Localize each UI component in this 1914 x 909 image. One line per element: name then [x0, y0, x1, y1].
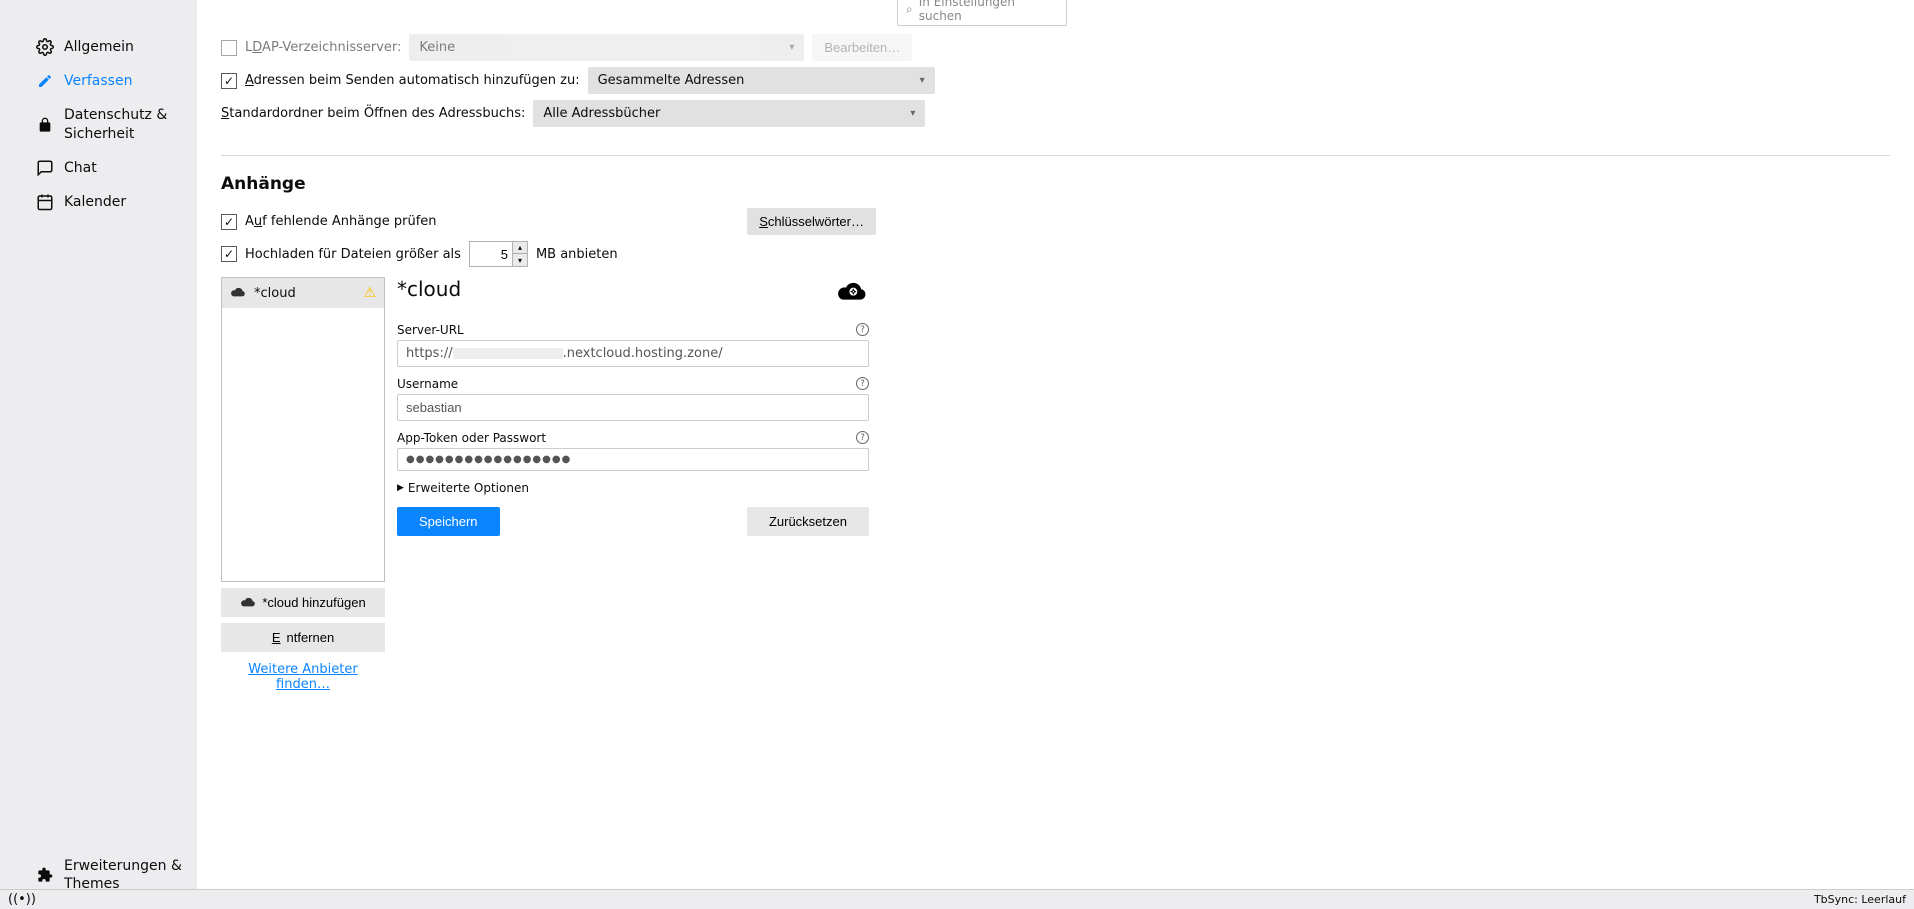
- redacted-hostname: [453, 348, 563, 359]
- provider-detail-panel: *cloud Server-URL ? https://.nextcloud.h…: [397, 277, 869, 696]
- main-content: ⌕ In Einstellungen suchen LDAP-Verzeichn…: [197, 0, 1914, 909]
- password-input[interactable]: ●●●●●●●●●●●●●●●●●: [397, 448, 869, 471]
- upload-size-input[interactable]: ▴ ▾: [469, 241, 528, 267]
- pencil-icon: [36, 72, 54, 90]
- server-url-label: Server-URL: [397, 323, 464, 337]
- check-missing-checkbox[interactable]: [221, 214, 237, 230]
- cloud-logo-icon: [835, 277, 869, 305]
- upload-label-pre: Hochladen für Dateien größer als: [245, 247, 461, 262]
- advanced-options-toggle[interactable]: ▶ Erweiterte Optionen: [397, 481, 869, 495]
- settings-sidebar: Allgemein Verfassen Datenschutz & Sicher…: [0, 0, 197, 909]
- status-bar: ((•)) TbSync: Leerlauf: [0, 889, 1914, 909]
- keywords-button[interactable]: Schlüsselwörter…: [747, 208, 876, 235]
- default-folder-select[interactable]: Alle Adressbücher▾: [533, 100, 925, 127]
- auto-add-select[interactable]: Gesammelte Adressen▾: [588, 67, 935, 94]
- section-divider: [221, 155, 1890, 156]
- provider-item-label: *cloud: [254, 286, 296, 301]
- save-button[interactable]: Speichern: [397, 507, 500, 536]
- default-folder-row: Standardordner beim Öffnen des Adressbuc…: [221, 100, 1890, 127]
- add-cloud-button[interactable]: *cloud hinzufügen: [221, 588, 385, 617]
- password-label: App-Token oder Passwort: [397, 431, 546, 445]
- server-url-input[interactable]: https://.nextcloud.hosting.zone/: [397, 340, 869, 367]
- broadcast-icon[interactable]: ((•)): [8, 892, 36, 907]
- status-right: TbSync: Leerlauf: [1814, 893, 1906, 906]
- chat-icon: [36, 159, 54, 177]
- help-icon[interactable]: ?: [856, 431, 869, 444]
- calendar-icon: [36, 193, 54, 211]
- auto-add-label: Adressen beim Senden automatisch hinzufü…: [245, 73, 580, 88]
- sidebar-item-compose[interactable]: Verfassen: [0, 64, 197, 98]
- auto-add-row: Adressen beim Senden automatisch hinzufü…: [221, 67, 1890, 94]
- lock-icon: [36, 116, 54, 134]
- stepper-up[interactable]: ▴: [513, 242, 527, 254]
- warning-icon: ⚠: [363, 285, 376, 301]
- ldap-select[interactable]: Keine▾: [409, 34, 804, 61]
- auto-add-checkbox[interactable]: [221, 73, 237, 89]
- reset-button[interactable]: Zurücksetzen: [747, 507, 869, 536]
- sidebar-item-label: Kalender: [64, 193, 126, 211]
- check-missing-row: Auf fehlende Anhänge prüfen Schlüsselwör…: [221, 208, 876, 235]
- sidebar-item-calendar[interactable]: Kalender: [0, 185, 197, 219]
- default-folder-label: Standardordner beim Öffnen des Adressbuc…: [221, 106, 525, 121]
- username-input[interactable]: [397, 394, 869, 421]
- settings-search[interactable]: ⌕ In Einstellungen suchen: [897, 0, 1067, 26]
- puzzle-icon: [36, 866, 54, 884]
- search-placeholder: In Einstellungen suchen: [919, 0, 1058, 23]
- sidebar-item-chat[interactable]: Chat: [0, 151, 197, 185]
- provider-listbox[interactable]: *cloud ⚠: [221, 277, 385, 582]
- attachments-title: Anhänge: [221, 174, 1890, 194]
- upload-checkbox[interactable]: [221, 246, 237, 262]
- provider-detail-title: *cloud: [397, 277, 461, 301]
- sidebar-item-label: Erweiterungen & Themes: [64, 857, 185, 893]
- ldap-row: LDAP-Verzeichnisserver: Keine▾ Bearbeite…: [221, 34, 1890, 61]
- sidebar-item-general[interactable]: Allgemein: [0, 30, 197, 64]
- provider-item[interactable]: *cloud ⚠: [222, 278, 384, 308]
- sidebar-item-label: Verfassen: [64, 72, 132, 90]
- help-icon[interactable]: ?: [856, 377, 869, 390]
- upload-row: Hochladen für Dateien größer als ▴ ▾ MB …: [221, 241, 1890, 267]
- sidebar-item-label: Allgemein: [64, 38, 134, 56]
- upload-label-post: MB anbieten: [536, 247, 618, 262]
- help-icon[interactable]: ?: [856, 323, 869, 336]
- ldap-edit-button[interactable]: Bearbeiten…: [812, 34, 912, 61]
- check-missing-label: Auf fehlende Anhänge prüfen: [245, 214, 437, 229]
- stepper-down[interactable]: ▾: [513, 254, 527, 266]
- remove-button[interactable]: Entfernen: [221, 623, 385, 652]
- triangle-right-icon: ▶: [397, 483, 404, 493]
- more-providers-link[interactable]: Weitere Anbieter finden…: [221, 658, 385, 696]
- search-icon: ⌕: [906, 2, 913, 17]
- provider-list-panel: *cloud ⚠ *cloud hinzufügen Entfernen Wei…: [221, 277, 385, 696]
- ldap-checkbox[interactable]: [221, 40, 237, 56]
- cloud-icon: [230, 285, 246, 301]
- sidebar-item-label: Datenschutz & Sicherheit: [64, 106, 185, 142]
- gear-icon: [36, 38, 54, 56]
- ldap-label: LDAP-Verzeichnisserver:: [245, 40, 401, 55]
- sidebar-item-privacy[interactable]: Datenschutz & Sicherheit: [0, 98, 197, 150]
- sidebar-item-label: Chat: [64, 159, 97, 177]
- username-label: Username: [397, 377, 458, 391]
- cloud-add-icon: [240, 595, 256, 610]
